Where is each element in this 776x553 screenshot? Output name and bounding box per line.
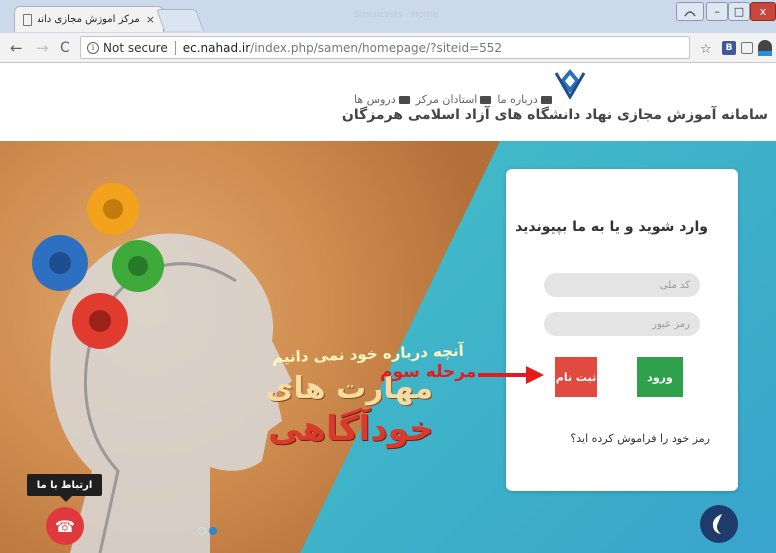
nav-instructors[interactable]: استادان مرکز: [416, 93, 492, 106]
top-navigation: دروس ها استادان مرکز درباره ما: [354, 93, 552, 106]
nav-courses-label: دروس ها: [354, 93, 396, 106]
nav-instructors-label: استادان مرکز: [415, 93, 478, 106]
slide-dot-2[interactable]: [209, 527, 217, 535]
login-button[interactable]: ورود: [637, 357, 683, 397]
browser-toolbar: ← → C i Not secure ec.nahad.ir /index.ph…: [0, 33, 776, 63]
user-profile-button[interactable]: [676, 2, 704, 21]
tab-title: مرکز آموزش مجازی دانشگاهیان: [38, 14, 140, 25]
forgot-password-link[interactable]: رمز خود را فراموش کرده اید؟: [570, 432, 710, 445]
graduation-cap-icon: [480, 95, 492, 104]
maximize-button[interactable]: □: [728, 2, 750, 21]
nav-courses[interactable]: دروس ها: [354, 93, 410, 106]
step-annotation: مرحله سوم: [380, 362, 477, 382]
password-input[interactable]: [544, 312, 700, 336]
university-logo: [554, 69, 586, 99]
browser-chrome: مرکز آموزش مجازی دانشگاهیان × Simulcasts…: [0, 0, 776, 63]
forward-arrow-icon[interactable]: →: [36, 39, 49, 57]
tab-close-icon[interactable]: ×: [146, 13, 155, 26]
site-title[interactable]: سامانه آموزش مجازی نهاد دانشگاه های آزاد…: [342, 107, 768, 123]
site-header: دروس ها استادان مرکز درباره ما سامانه آم…: [0, 63, 776, 141]
close-window-button[interactable]: x: [750, 2, 776, 21]
nav-about[interactable]: درباره ما: [497, 93, 552, 106]
window-title: Simulcasts - Home: [353, 10, 439, 20]
monitor-icon: [540, 95, 552, 104]
user-icon: [684, 10, 696, 16]
book-icon: [398, 95, 410, 104]
contact-us-tooltip: ارتباط با ما: [27, 474, 102, 502]
bookmark-star-icon[interactable]: ☆: [700, 42, 712, 57]
slider-dots: [198, 527, 217, 535]
new-tab-button[interactable]: [155, 9, 205, 31]
chat-logo-icon: [712, 514, 722, 534]
back-arrow-icon[interactable]: ←: [10, 39, 23, 57]
address-divider: [174, 40, 176, 55]
chat-widget-button[interactable]: [700, 505, 738, 543]
new-extension-icon[interactable]: [758, 40, 772, 56]
camera-extension-icon[interactable]: [741, 42, 753, 54]
tab-strip: مرکز آموزش مجازی دانشگاهیان × Simulcasts…: [0, 0, 776, 33]
info-icon[interactable]: i: [87, 41, 99, 54]
register-button[interactable]: ثبت نام: [555, 357, 597, 397]
url-host: ec.nahad.ir: [182, 40, 251, 55]
annotation-arrow-icon: [478, 366, 544, 384]
security-label[interactable]: Not secure: [103, 41, 168, 55]
login-heading: وارد شوید و یا به ما بپیوندید: [515, 219, 708, 235]
address-bar[interactable]: i Not secure ec.nahad.ir /index.php/same…: [80, 36, 690, 59]
promo-title-line2: خودآگاهی: [268, 409, 434, 449]
page-icon: [23, 13, 32, 26]
nav-about-label: درباره ما: [497, 93, 538, 106]
reload-icon[interactable]: C: [60, 39, 70, 57]
minimize-button[interactable]: –: [706, 2, 728, 21]
contact-phone-button[interactable]: ☎: [46, 507, 84, 545]
url-path: /index.php/samen/homepage/?siteid=552: [250, 40, 503, 55]
hero-section: آنچه درباره خود نمی دانیم مهارت های خودآ…: [0, 141, 776, 553]
national-id-input[interactable]: [544, 273, 700, 297]
slide-dot-1[interactable]: [198, 527, 206, 535]
browser-tab[interactable]: مرکز آموزش مجازی دانشگاهیان ×: [14, 6, 164, 32]
phone-icon: ☎: [55, 516, 75, 536]
extension-b-icon[interactable]: B: [722, 41, 736, 55]
login-card: وارد شوید و یا به ما بپیوندید ثبت نام ور…: [506, 169, 738, 491]
